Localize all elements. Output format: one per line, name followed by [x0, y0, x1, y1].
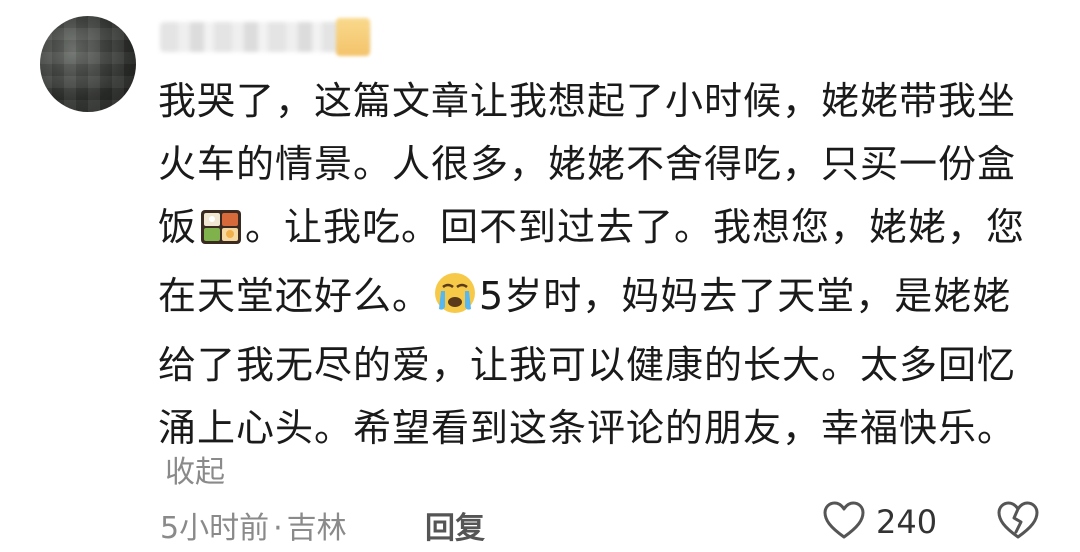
- comment-line-3a: 饭: [158, 205, 198, 249]
- comment-line-1: 我哭了，这篇文章让我想起了小时候，姥姥带我坐: [158, 79, 1017, 123]
- crying-emoji-icon: [433, 271, 477, 334]
- comment-text: 我哭了，这篇文章让我想起了小时候，姥姥带我坐 火车的情景。人很多，姥姥不舍得吃，…: [158, 70, 1058, 460]
- comment-line-3: 饭 。让我吃。回不到过去了。我想您，姥姥，您: [158, 196, 1058, 265]
- meta-separator: ·: [273, 511, 283, 546]
- bento-emoji-icon: [199, 202, 243, 265]
- comment-line-3b: 。让我吃。回不到过去了。我想您，姥姥，您: [245, 205, 1026, 249]
- like-button[interactable]: 240: [822, 500, 937, 544]
- like-count: 240: [876, 503, 938, 541]
- dislike-button[interactable]: [996, 500, 1040, 544]
- avatar[interactable]: [40, 16, 136, 112]
- comment-line-4b: 5岁时，妈妈去了天堂，是姥姥: [479, 274, 1012, 318]
- comment-line-5: 给了我无尽的爱，让我可以健康的长大。太多回忆: [158, 343, 1017, 387]
- user-badge-icon: [336, 18, 370, 56]
- heart-icon: [822, 500, 866, 544]
- comment-meta: 5小时前 · 吉林: [160, 503, 347, 547]
- collapse-button[interactable]: 收起: [165, 447, 225, 491]
- comment-line-2: 火车的情景。人很多，姥姥不舍得吃，只买一份盒: [158, 142, 1017, 186]
- reply-button[interactable]: 回复: [425, 503, 485, 547]
- comment-line-4a: 在天堂还好么。: [158, 274, 432, 318]
- comment-time: 5小时前: [160, 511, 270, 546]
- broken-heart-icon: [996, 501, 1040, 544]
- comment-location: 吉林: [286, 511, 347, 546]
- comment-line-6: 涌上心头。希望看到这条评论的朋友，幸福快乐。: [158, 406, 1017, 450]
- comment-line-4: 在天堂还好么。 5岁时，妈妈去了天堂，是姥姥: [158, 265, 1058, 334]
